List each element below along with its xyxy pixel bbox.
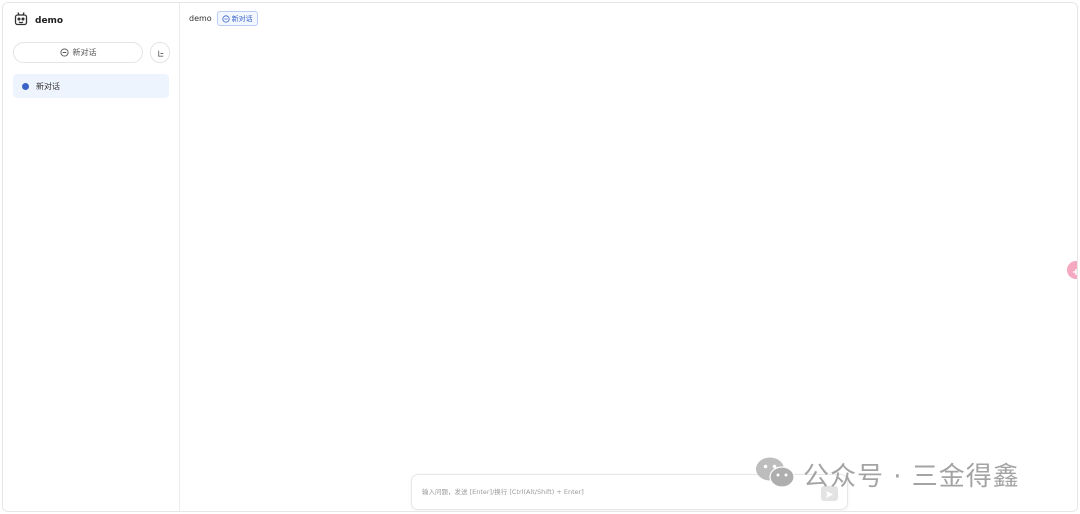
app-window: demo 新对话 新对话 demo 新对话 输入问题，发送 [Enter]/换行…	[2, 2, 1078, 512]
chat-main: demo 新对话	[180, 3, 1077, 511]
conversation-dot-icon	[22, 82, 29, 90]
new-chat-tag-label: 新对话	[231, 14, 253, 23]
chat-title: demo	[189, 14, 212, 23]
new-chat-tag[interactable]: 新对话	[216, 11, 258, 26]
sidebar-toggle-icon	[156, 43, 165, 62]
sidebar: demo 新对话 新对话	[3, 3, 180, 511]
message-input[interactable]	[422, 485, 802, 499]
chat-plus-icon	[222, 14, 230, 23]
floating-handle[interactable]	[1067, 261, 1077, 280]
watermark-text: 公众号 · 三金得鑫	[803, 461, 1020, 492]
wechat-icon	[755, 455, 795, 493]
brand: demo	[13, 12, 63, 30]
chat-plus-icon	[59, 48, 69, 57]
plus-icon	[1072, 261, 1077, 280]
conversation-label: 新对话	[36, 81, 60, 91]
new-chat-button[interactable]: 新对话	[13, 42, 143, 63]
sidebar-toggle-button[interactable]	[150, 42, 170, 63]
robot-icon	[13, 11, 29, 31]
watermark: 公众号 · 三金得鑫	[755, 455, 1020, 493]
new-chat-label: 新对话	[72, 48, 97, 57]
conversation-item-active[interactable]: 新对话	[13, 74, 169, 98]
app-name: demo	[35, 16, 64, 26]
chat-header: demo 新对话	[189, 11, 258, 26]
